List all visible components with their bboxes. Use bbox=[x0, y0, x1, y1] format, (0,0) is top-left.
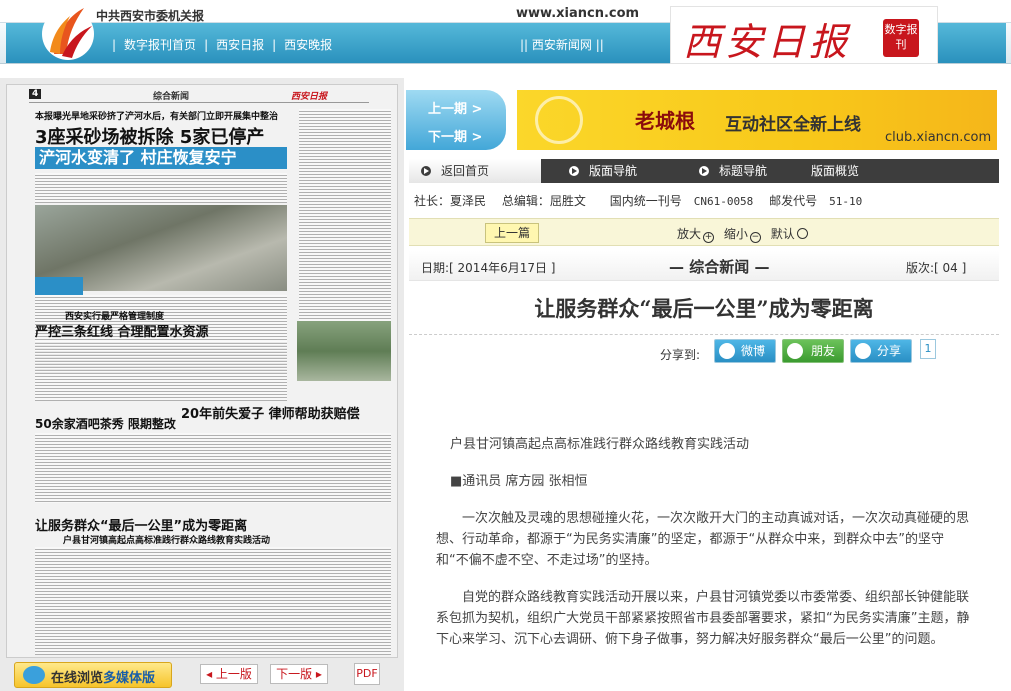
share-more-button[interactable]: 分享 bbox=[850, 339, 912, 363]
issue-nav: 上一期 > 下一期 > bbox=[406, 90, 506, 150]
ad-url: club.xiancn.com bbox=[885, 130, 992, 145]
paper-headline-article[interactable]: 让服务群众“最后一公里”成为零距离 bbox=[35, 515, 247, 534]
issue-date: 日期:[ 2014年6月17日 ] bbox=[421, 261, 556, 275]
paper-headline-policy[interactable]: 严控三条红线 合理配置水资源 bbox=[35, 321, 209, 340]
zoom-in-button[interactable]: 放大 + bbox=[677, 227, 720, 243]
ad-banner[interactable]: 老城根 互动社区全新上线 club.xiancn.com bbox=[517, 90, 997, 150]
nav-link-digital-home[interactable]: 数字报刊首页 bbox=[120, 36, 200, 53]
org-name: 中共西安市委机关报 bbox=[96, 9, 205, 23]
article-title: 让服务群众“最后一公里”成为零距离 bbox=[534, 296, 874, 321]
site-logo-icon bbox=[42, 8, 94, 60]
arrow-circle-icon bbox=[569, 166, 579, 176]
paper-headline-lawyer[interactable]: 20年前失爱子 律师帮助获赔偿 bbox=[181, 403, 360, 422]
nav-tabs: 返回首页 版面导航 标题导航 版面概览 bbox=[409, 159, 999, 183]
prev-page-button[interactable]: ◂ 上一版 bbox=[200, 664, 258, 684]
masthead-info: 社长：夏泽民 总编辑：屈胜文 国内统一刊号 CN61-0058 邮发代号 51-10 bbox=[414, 194, 863, 208]
tab-title-nav[interactable]: 标题导航 bbox=[687, 159, 807, 183]
paper-bottom-bar: 在线浏览多媒体版 ◂ 上一版 下一版 ▸ PDF bbox=[6, 660, 398, 690]
zoom-controls: 放大 + 缩小 − 默认 bbox=[677, 225, 814, 243]
ad-decoration-icon bbox=[535, 96, 583, 144]
tab-home[interactable]: 返回首页 bbox=[409, 159, 541, 183]
share-friends-button[interactable]: 朋友 bbox=[782, 339, 844, 363]
tab-page-nav[interactable]: 版面导航 bbox=[557, 159, 677, 183]
nav-link-xian-daily[interactable]: 西安日报 bbox=[212, 36, 268, 53]
site-header: 中共西安市委机关报 www.xiancn.com | 数字报刊首页 | 西安日报 | 西安… bbox=[0, 0, 1011, 66]
ad-brand: 老城根 bbox=[635, 109, 695, 133]
paper-name: 西安日报 bbox=[291, 92, 328, 102]
article-subtitle: 户县甘河镇高起点高标准践行群众路线教育实践活动 bbox=[450, 437, 750, 452]
zoom-default-button[interactable]: 默认 bbox=[771, 227, 814, 241]
paper-headline-main[interactable]: 3座采砂场被拆除 5家已停产 bbox=[35, 123, 264, 149]
pdf-download-icon[interactable]: PDF bbox=[354, 663, 380, 685]
divider bbox=[409, 334, 999, 335]
arrow-circle-icon bbox=[421, 166, 431, 176]
minus-circle-icon: − bbox=[749, 232, 761, 243]
paper-header: 4 综合新闻 西安日报 bbox=[29, 89, 369, 103]
paper-section: 综合新闻 bbox=[153, 92, 190, 102]
nav-link-xian-evening[interactable]: 西安晚报 bbox=[280, 36, 336, 53]
prev-issue-button[interactable]: 上一期 > bbox=[428, 98, 482, 117]
star-icon bbox=[855, 343, 871, 359]
dateline: 日期:[ 2014年6月17日 ] — 综合新闻 — 版次:[ 04 ] bbox=[409, 251, 999, 281]
weibo-icon bbox=[719, 343, 735, 359]
paper-headline-article-sub[interactable]: 户县甘河镇高起点高标准践行群众路线教育实践活动 bbox=[63, 533, 270, 546]
chat-bubble-icon bbox=[23, 666, 45, 684]
top-nav: | 数字报刊首页 | 西安日报 | 西安晚报 bbox=[108, 36, 336, 53]
next-issue-button[interactable]: 下一期 > bbox=[428, 126, 482, 145]
paper-headline-sub[interactable]: 浐河水变清了 村庄恢复安宁 bbox=[35, 147, 287, 169]
brand-badge: 数字报刊 bbox=[883, 19, 919, 57]
paper-headline-bars[interactable]: 50余家酒吧茶秀 限期整改 bbox=[35, 415, 176, 432]
next-page-button[interactable]: 下一版 ▸ bbox=[270, 664, 328, 684]
article-body: 户县甘河镇高起点高标准践行群众路线教育实践活动 ■通讯员 席方园 张相恒 一次次… bbox=[436, 434, 976, 666]
article-paragraph: 一次次触及灵魂的思想碰撞火花，一次次敞开大门的主动真诚对话，一次次动真碰硬的思想… bbox=[436, 511, 970, 568]
ad-slogan: 互动社区全新上线 bbox=[725, 115, 861, 135]
paper-page-no: 4 bbox=[29, 89, 42, 99]
article-panel: 上一期 > 下一期 > 老城根 互动社区全新上线 club.xiancn.com… bbox=[406, 78, 1011, 691]
zoom-out-button[interactable]: 缩小 − bbox=[724, 227, 767, 243]
page-number: 版次:[ 04 ] bbox=[906, 261, 967, 275]
arrow-circle-icon bbox=[699, 166, 709, 176]
paper-headline-kicker[interactable]: 本报曝光旱地采砂挤了浐河水后，有关部门立即开展集中整治 bbox=[35, 109, 278, 122]
article-toolbar: 上一篇 放大 + 缩小 − 默认 bbox=[409, 218, 999, 246]
nav-link-xian-news[interactable]: || 西安新闻网 || bbox=[520, 36, 604, 53]
share-count: 1 bbox=[920, 339, 936, 359]
tab-page-overview[interactable]: 版面概览 bbox=[805, 159, 925, 183]
site-url[interactable]: www.xiancn.com bbox=[516, 6, 639, 21]
plus-circle-icon: + bbox=[703, 232, 715, 243]
brand-logo: 西安日报 数字报刊 bbox=[670, 6, 938, 64]
multimedia-button[interactable]: 在线浏览多媒体版 bbox=[14, 662, 172, 688]
prev-article-button[interactable]: 上一篇 bbox=[485, 223, 539, 243]
share-weibo-button[interactable]: 微博 bbox=[714, 339, 776, 363]
brand-name: 西安日报 bbox=[683, 20, 852, 64]
newspaper-panel: 4 综合新闻 西安日报 本报曝光旱地采砂挤了浐河水后，有关部门立即开展集中整治 … bbox=[0, 78, 404, 691]
article-paragraph: 自党的群众路线教育实践活动开展以来，户县甘河镇党委以市委常委、组织部长钟健能联系… bbox=[436, 590, 970, 647]
paper-photo-road bbox=[297, 321, 391, 381]
share-label: 分享到: bbox=[660, 348, 701, 362]
article-byline: ■通讯员 席方园 张相恒 bbox=[450, 474, 588, 489]
newspaper-page-image[interactable]: 4 综合新闻 西安日报 本报曝光旱地采砂挤了浐河水后，有关部门立即开展集中整治 … bbox=[6, 84, 398, 658]
circle-icon bbox=[796, 228, 808, 239]
section-name: — 综合新闻 — bbox=[669, 258, 770, 276]
clover-icon bbox=[787, 343, 803, 359]
